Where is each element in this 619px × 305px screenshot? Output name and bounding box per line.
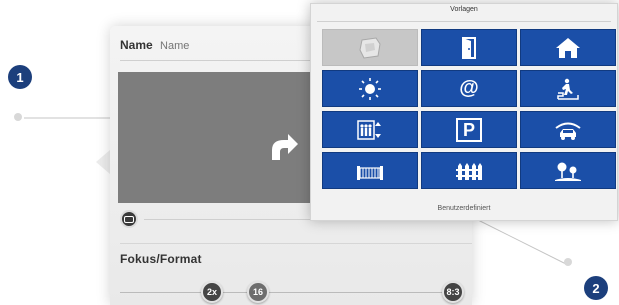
template-grid: @ P [322,29,616,189]
custom-template-link[interactable]: Benutzerdefiniert [311,205,617,212]
swap-arrow-icon [272,134,298,160]
popup-title-divider [317,21,611,22]
custom-image-icon [359,36,381,59]
garage-car-icon [555,122,581,140]
callout-2-leader [469,213,567,263]
camera-button[interactable] [120,210,138,228]
stairs-person-icon [557,78,579,100]
fokus-format-label: Fokus/Format [120,252,202,266]
door-icon [462,36,476,59]
template-tile-custom-image[interactable] [322,29,418,66]
callout-2-badge: 2 [584,276,608,300]
template-tile-garden[interactable] [520,152,616,189]
template-tile-fence[interactable] [421,152,517,189]
parking-icon: P [455,117,482,142]
template-tile-door[interactable] [421,29,517,66]
elevator-people-icon [357,119,381,140]
callout-1-dot [14,113,22,121]
template-tile-sun[interactable] [322,70,418,107]
garden-trees-icon [555,162,581,181]
callout-2-dot [564,258,572,266]
format-8-3-button[interactable]: 8:3 [442,281,464,303]
sun-icon [359,77,381,100]
name-row: Name [120,38,313,53]
section-divider [120,243,472,244]
panel-side-notch [96,150,110,174]
callout-1-badge: 1 [8,65,32,89]
template-tile-elevator[interactable] [322,111,418,148]
zoom-2x-button[interactable]: 2x [201,281,223,303]
at-sign-icon: @ [459,77,479,99]
templates-popup: Vorlagen @ P Benutzerdefiniert [310,3,618,221]
template-tile-house[interactable] [520,29,616,66]
house-icon [556,37,580,58]
gate-icon [357,165,383,180]
callout-2-leader-shadow [469,215,567,265]
name-input[interactable] [158,39,313,53]
fence-icon [456,162,482,180]
template-tile-at[interactable]: @ [421,70,517,107]
name-label: Name [120,38,153,52]
callout-1-number: 1 [16,69,24,85]
zoom-16-button[interactable]: 16 [247,281,269,303]
template-tile-parking[interactable]: P [421,111,517,148]
popup-title: Vorlagen [450,6,478,13]
callout-2-number: 2 [592,280,600,296]
fokus-slider-track[interactable] [120,292,464,293]
template-tile-garage[interactable] [520,111,616,148]
template-tile-gate[interactable] [322,152,418,189]
template-tile-stairs[interactable] [520,70,616,107]
